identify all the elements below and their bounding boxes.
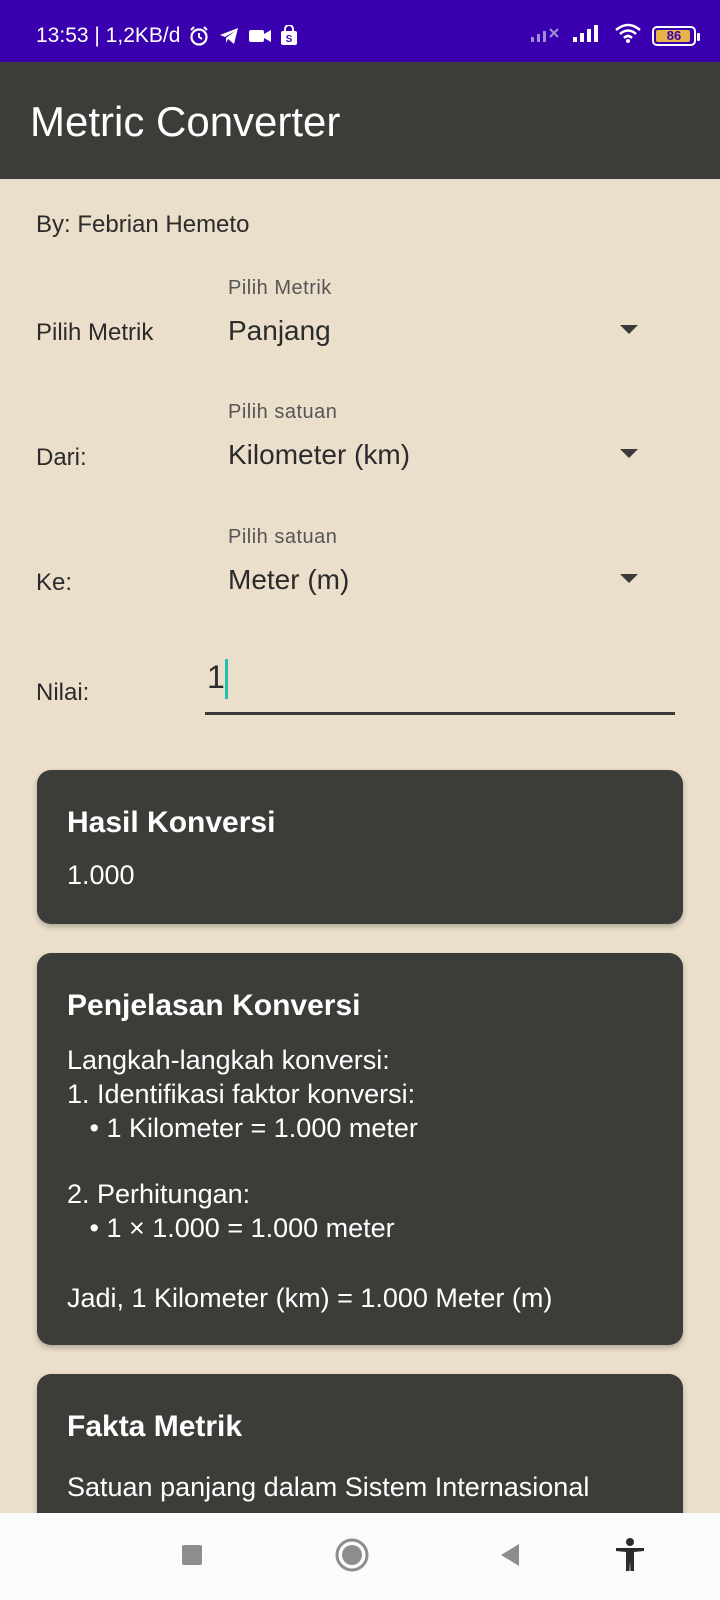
from-dropdown-value: Kilometer (km) (228, 439, 411, 470)
square-icon (180, 1543, 204, 1572)
app-title: Metric Converter (30, 98, 341, 145)
explanation-line: 1. Identifikasi faktor konversi: (67, 1079, 416, 1109)
to-dropdown-hint: Pilih satuan (228, 526, 338, 548)
svg-text:S: S (286, 34, 293, 45)
text-cursor (225, 659, 228, 699)
from-dropdown-hint: Pilih satuan (228, 401, 338, 423)
value-label: Nilai: (36, 679, 90, 706)
wifi-icon (614, 22, 642, 49)
to-label: Ke: (36, 569, 73, 596)
to-dropdown-value: Meter (m) (228, 564, 350, 595)
status-left: 13:53 | 1,2KB/d S (36, 24, 300, 48)
explanation-card: Penjelasan Konversi Langkah-langkah konv… (37, 953, 683, 1345)
battery-icon: 86 (652, 25, 700, 46)
explanation-line: • 1 Kilometer = 1.000 meter (67, 1113, 418, 1143)
app-bar: Metric Converter (0, 62, 720, 179)
battery-level: 86 (666, 28, 682, 43)
main-content[interactable]: By: Febrian Hemeto Pilih Metrik Pilih Me… (0, 179, 720, 1513)
author-text: By: Febrian Hemeto (36, 211, 250, 238)
chevron-down-icon[interactable] (620, 449, 638, 458)
navigation-bar (0, 1513, 720, 1600)
value-input[interactable]: 1 (205, 649, 675, 715)
shopping-bag-icon: S (278, 24, 300, 47)
chevron-down-icon[interactable] (620, 574, 638, 583)
recent-apps-button[interactable] (172, 1537, 212, 1577)
fact-card-title: Fakta Metrik (67, 1410, 243, 1443)
explanation-line (67, 1145, 552, 1177)
result-value: 1.000 (67, 860, 135, 890)
fact-card: Fakta Metrik Satuan panjang dalam Sistem… (37, 1374, 683, 1513)
from-label: Dari: (36, 444, 87, 471)
to-unit-dropdown[interactable]: Pilih satuan Meter (m) (228, 526, 658, 626)
status-time: 13:53 | 1,2KB/d (36, 24, 181, 47)
result-card-title: Hasil Konversi (67, 806, 276, 839)
explanation-line: • 1 × 1.000 = 1.000 meter (67, 1213, 395, 1243)
explanation-line (67, 1245, 552, 1281)
fact-card-body: Satuan panjang dalam Sistem Internasiona… (67, 1472, 590, 1502)
metric-label: Pilih Metrik (36, 319, 154, 346)
alarm-icon (188, 25, 210, 47)
telegram-icon (218, 25, 240, 47)
explanation-line: Jadi, 1 Kilometer (km) = 1.000 Meter (m) (67, 1283, 553, 1313)
status-right: 86 (530, 22, 700, 49)
metric-dropdown-value: Panjang (228, 315, 331, 346)
explanation-body: Langkah-langkah konversi: 1. Identifikas… (67, 1043, 552, 1315)
explanation-line: 2. Perhitungan: (67, 1179, 251, 1209)
home-circle-icon (335, 1538, 369, 1577)
signal-icon (572, 23, 604, 48)
video-camera-icon (248, 25, 272, 47)
back-button[interactable] (490, 1537, 530, 1577)
accessibility-icon (613, 1537, 647, 1578)
explanation-line: Langkah-langkah konversi: (67, 1045, 390, 1075)
back-triangle-icon (497, 1542, 523, 1573)
metric-dropdown[interactable]: Pilih Metrik Panjang (228, 277, 658, 377)
chevron-down-icon[interactable] (620, 325, 638, 334)
from-unit-dropdown[interactable]: Pilih satuan Kilometer (km) (228, 401, 658, 501)
home-button[interactable] (332, 1537, 372, 1577)
status-bar: 13:53 | 1,2KB/d S 86 (0, 0, 720, 62)
signal-off-icon (530, 23, 562, 48)
explanation-card-title: Penjelasan Konversi (67, 989, 361, 1022)
result-card: Hasil Konversi 1.000 (37, 770, 683, 924)
accessibility-button[interactable] (610, 1537, 650, 1577)
value-input-text: 1 (207, 659, 225, 695)
metric-dropdown-hint: Pilih Metrik (228, 277, 332, 299)
